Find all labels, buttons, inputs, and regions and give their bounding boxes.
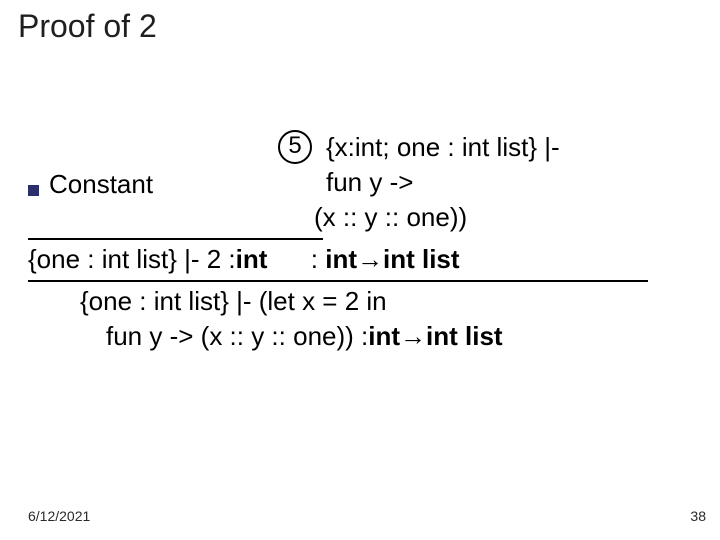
l6-int2: int list [426, 319, 503, 354]
line-3: (x :: y :: one)) [28, 200, 688, 235]
bullet-icon [28, 185, 39, 196]
line-5: {one : int list} |- (let x = 2 in [28, 284, 688, 319]
l5-text: {one : int list} |- (let x = 2 in [80, 286, 387, 316]
arrow-icon: → [357, 242, 383, 277]
l4-mid: : [267, 242, 325, 277]
line-4: {one : int list} |- 2 : int : int → int … [28, 242, 688, 277]
divider-long [28, 280, 648, 282]
line-1: 5 {x:int; one : int list} |- [28, 130, 688, 165]
slide-title: Proof of 2 [18, 8, 157, 45]
l4-left: {one : int list} |- 2 : [28, 242, 236, 277]
arrow-icon-2: → [400, 319, 426, 354]
l6-int1: int [368, 319, 400, 354]
l6-text: fun y -> (x :: y :: one)) : [106, 319, 368, 354]
footer-date: 6/12/2021 [28, 508, 90, 524]
l4-int3: int list [383, 242, 460, 277]
slide: Proof of 2 5 {x:int; one : int list} |- … [0, 0, 720, 540]
constant-word: Constant [49, 167, 153, 202]
step-circle: 5 [278, 130, 312, 164]
l4-int1: int [236, 242, 268, 277]
l4-int2: int [325, 242, 357, 277]
line-6: fun y -> (x :: y :: one)) : int → int li… [28, 319, 688, 354]
footer-page-number: 38 [690, 508, 706, 524]
divider-short [28, 238, 323, 240]
content-block: 5 {x:int; one : int list} |- Constant fu… [28, 130, 688, 355]
line-1-text: {x:int; one : int list} |- [326, 130, 560, 165]
line-2: Constant fun y -> [28, 165, 688, 200]
constant-label-group: Constant [28, 167, 153, 202]
body-text: (x :: y :: one)) [314, 202, 467, 232]
fun-text: fun y -> [326, 165, 413, 200]
